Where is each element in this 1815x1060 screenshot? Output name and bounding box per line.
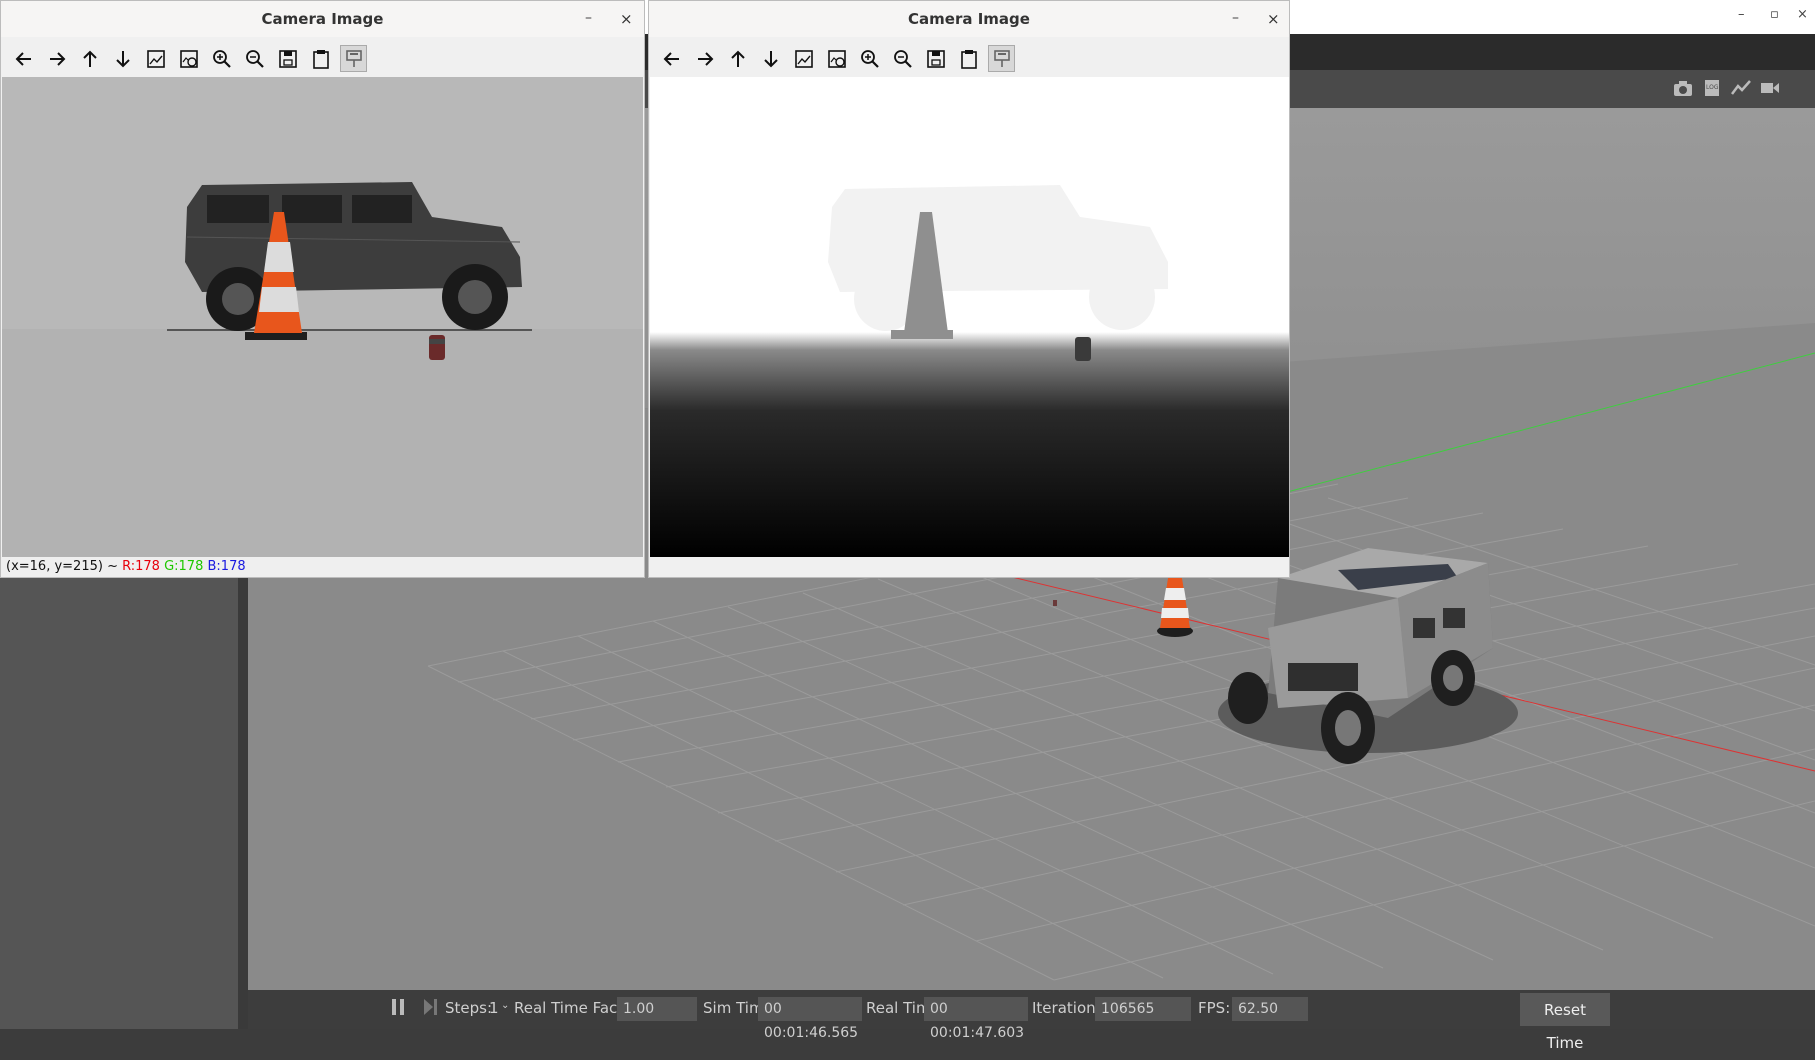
fps-field: 62.50 bbox=[1232, 997, 1308, 1021]
save-icon[interactable] bbox=[922, 45, 949, 72]
back-icon[interactable] bbox=[658, 45, 685, 72]
minimize-button[interactable]: – bbox=[1232, 1, 1239, 37]
sim-time-field: 00 00:01:46.565 bbox=[758, 997, 862, 1041]
can-model bbox=[1053, 600, 1057, 606]
image-icon[interactable] bbox=[142, 45, 169, 72]
zoom-out-icon[interactable] bbox=[889, 45, 916, 72]
pixel-coords: (x=16, y=215) ~ bbox=[6, 559, 118, 574]
plot-icon[interactable] bbox=[1730, 78, 1752, 98]
steps-dropdown-icon[interactable]: ⌄ bbox=[501, 1000, 509, 1011]
zoom-out-icon[interactable] bbox=[241, 45, 268, 72]
gazebo-bottom-bar: Steps: 1 ⌄ Real Time Factor: 1.00 Sim Ti… bbox=[248, 990, 1815, 1052]
camera-window-rgb: Camera Image – × (x=16, y=215) ~ R:178 G… bbox=[0, 0, 645, 578]
up-icon[interactable] bbox=[76, 45, 103, 72]
gazebo-minimize-button[interactable]: – bbox=[1738, 7, 1745, 22]
clipboard-icon[interactable] bbox=[307, 45, 334, 72]
svg-text:LOG: LOG bbox=[1706, 84, 1719, 91]
camera-toolbar bbox=[649, 39, 1289, 77]
fps-label: FPS: bbox=[1198, 999, 1231, 1017]
down-icon[interactable] bbox=[757, 45, 784, 72]
steps-label: Steps: bbox=[445, 999, 493, 1017]
image-settings-icon[interactable] bbox=[175, 45, 202, 72]
camera-icon[interactable] bbox=[1672, 78, 1694, 98]
gazebo-restore-button[interactable]: ▫ bbox=[1770, 7, 1779, 22]
forward-icon[interactable] bbox=[43, 45, 70, 72]
camera-rgb-image[interactable] bbox=[2, 77, 643, 557]
rtf-field: 1.00 bbox=[617, 997, 697, 1021]
pixel-b-value: B:178 bbox=[207, 559, 246, 574]
gazebo-close-button[interactable]: × bbox=[1797, 7, 1808, 22]
real-time-field: 00 00:01:47.603 bbox=[924, 997, 1028, 1041]
can-rgb bbox=[429, 335, 445, 360]
down-icon[interactable] bbox=[109, 45, 136, 72]
image-settings-icon[interactable] bbox=[823, 45, 850, 72]
camera-window-title: Camera Image bbox=[1, 1, 644, 37]
back-icon[interactable] bbox=[10, 45, 37, 72]
reset-time-button[interactable]: Reset Time bbox=[1520, 993, 1610, 1052]
camera-toolbar bbox=[1, 39, 644, 77]
close-button[interactable]: × bbox=[1267, 1, 1280, 37]
pixel-g-value: G:178 bbox=[164, 559, 204, 574]
video-icon[interactable] bbox=[1759, 78, 1781, 98]
can-depth-silhouette bbox=[1075, 337, 1091, 361]
camera-window-title: Camera Image bbox=[649, 1, 1289, 37]
steps-value[interactable]: 1 bbox=[489, 999, 499, 1017]
save-icon[interactable] bbox=[274, 45, 301, 72]
depth-scene bbox=[650, 77, 1289, 557]
zoom-in-icon[interactable] bbox=[856, 45, 883, 72]
camera-depth-image[interactable] bbox=[650, 77, 1289, 557]
forward-icon[interactable] bbox=[691, 45, 718, 72]
pause-icon[interactable] bbox=[390, 998, 406, 1020]
log-icon[interactable]: LOG bbox=[1701, 78, 1723, 98]
pixel-status-bar: (x=16, y=215) ~ R:178 G:178 B:178 bbox=[1, 557, 644, 577]
pixel-r-value: R:178 bbox=[122, 559, 160, 574]
pin-icon[interactable] bbox=[340, 45, 367, 72]
image-icon[interactable] bbox=[790, 45, 817, 72]
zoom-in-icon[interactable] bbox=[208, 45, 235, 72]
minimize-button[interactable]: – bbox=[585, 1, 592, 37]
camera-window-depth: Camera Image – × bbox=[648, 0, 1290, 578]
pin-icon[interactable] bbox=[988, 45, 1015, 72]
iterations-field: 106565 bbox=[1095, 997, 1191, 1021]
close-button[interactable]: × bbox=[620, 1, 633, 37]
clipboard-icon[interactable] bbox=[955, 45, 982, 72]
up-icon[interactable] bbox=[724, 45, 751, 72]
rgb-scene bbox=[2, 77, 643, 557]
step-icon[interactable] bbox=[422, 998, 438, 1020]
